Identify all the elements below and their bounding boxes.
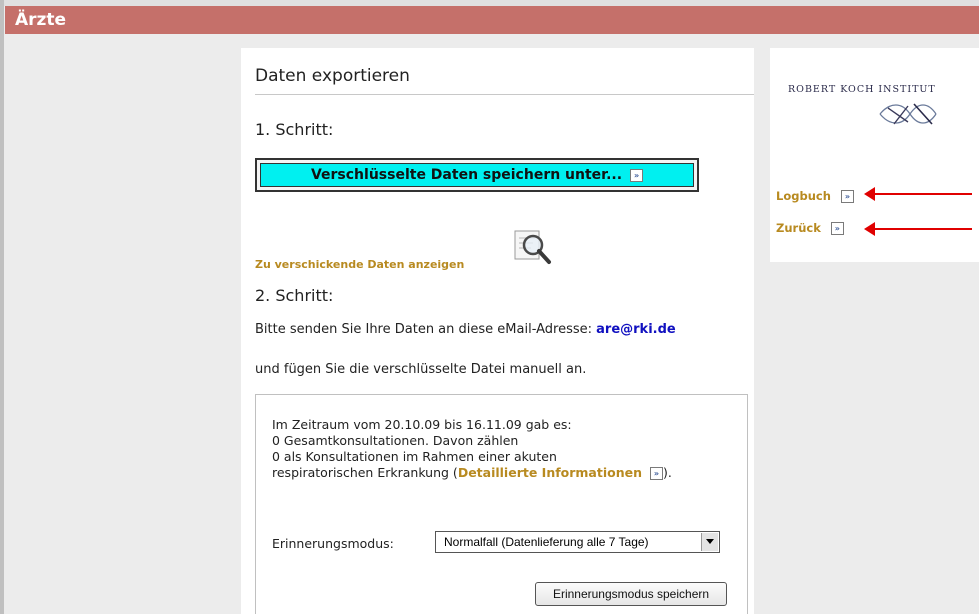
section-heading: Daten exportieren: [255, 66, 410, 86]
email-link[interactable]: are@rki.de: [596, 322, 676, 337]
annotation-arrow-back: [864, 222, 972, 236]
dropdown-arrow-icon[interactable]: [701, 533, 718, 551]
rki-logo-icon: [879, 103, 937, 125]
reminder-mode-label: Erinnerungsmodus:: [272, 536, 394, 551]
heading-divider: [255, 94, 754, 95]
export-button-label: Verschlüsselte Daten speichern unter...: [310, 167, 623, 183]
summary-line-2: 0 Gesamtkonsultationen. Davon zählen: [272, 433, 519, 448]
summary-line-4-prefix: respiratorischen Erkrankung (: [272, 465, 458, 480]
step1-heading: 1. Schritt:: [255, 120, 334, 139]
consultation-info-box: Im Zeitraum vom 20.10.09 bis 16.11.09 ga…: [255, 394, 748, 614]
annotation-arrow-logbook: [864, 187, 972, 201]
reminder-mode-select[interactable]: Normalfall (Datenlieferung alle 7 Tage): [435, 531, 720, 553]
send-text: Bitte senden Sie Ihre Daten an diese eMa…: [255, 322, 592, 337]
show-data-link[interactable]: Zu verschickende Daten anzeigen: [255, 258, 464, 271]
double-chevron-right-icon: »: [840, 190, 854, 203]
page-title-bar: Ärzte: [5, 6, 979, 34]
save-reminder-mode-button[interactable]: Erinnerungsmodus speichern: [535, 582, 727, 606]
send-instructions: Bitte senden Sie Ihre Daten an diese eMa…: [255, 322, 676, 337]
main-panel: Daten exportieren 1. Schritt: Verschlüss…: [241, 48, 754, 614]
summary-line-3: 0 als Konsultationen im Rahmen einer aku…: [272, 449, 557, 464]
reminder-mode-value: Normalfall (Datenlieferung alle 7 Tage): [444, 535, 649, 549]
detailed-info-link[interactable]: Detaillierte Informationen: [458, 465, 642, 480]
magnifier-icon[interactable]: [513, 229, 553, 265]
double-chevron-right-icon: »: [630, 168, 644, 182]
page-title: Ärzte: [15, 10, 67, 30]
window-left-edge: [0, 0, 4, 614]
attach-instructions: und fügen Sie die verschlüsselte Datei m…: [255, 362, 587, 377]
back-link[interactable]: Zurück »: [776, 221, 844, 235]
logbook-link[interactable]: Logbuch »: [776, 189, 854, 203]
double-chevron-right-icon: »: [830, 222, 844, 235]
rki-logo-text: ROBERT KOCH INSTITUT: [788, 84, 936, 95]
consultation-summary: Im Zeitraum vom 20.10.09 bis 16.11.09 ga…: [272, 417, 672, 481]
export-button[interactable]: Verschlüsselte Daten speichern unter... …: [255, 158, 699, 192]
summary-line-1: Im Zeitraum vom 20.10.09 bis 16.11.09 ga…: [272, 417, 572, 432]
back-label: Zurück: [776, 221, 821, 235]
step2-heading: 2. Schritt:: [255, 286, 334, 305]
summary-line-4-suffix: ).: [663, 465, 672, 480]
double-chevron-right-icon[interactable]: »: [650, 467, 663, 480]
logbook-label: Logbuch: [776, 189, 831, 203]
sidebar-panel: ROBERT KOCH INSTITUT Logbuch » Zurück »: [770, 48, 979, 262]
summary-line-4: respiratorischen Erkrankung (Detailliert…: [272, 465, 672, 481]
